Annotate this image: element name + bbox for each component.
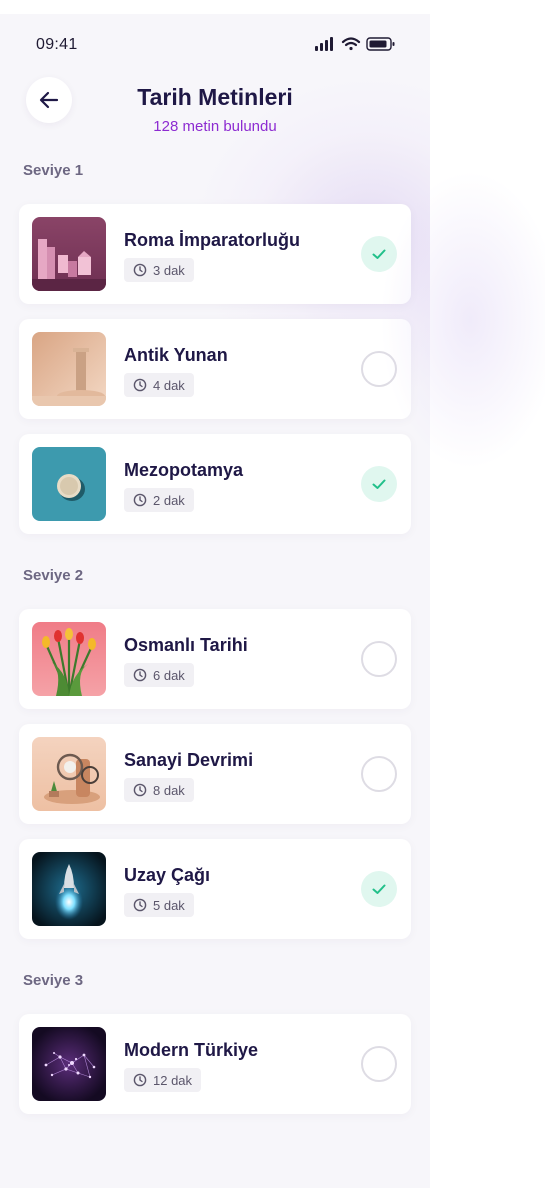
duration-badge: 4 dak: [124, 373, 194, 397]
background-glow: [380, 170, 545, 470]
item-title: Sanayi Devrimi: [124, 750, 254, 770]
item-title: Uzay Çağı: [124, 865, 211, 885]
duration-badge: 3 dak: [124, 258, 194, 282]
incomplete-status: [361, 641, 397, 677]
check-icon: [372, 249, 386, 259]
list-item[interactable]: Sanayi Devrimi 8 dak: [19, 724, 411, 824]
thumbnail-image: [32, 1027, 106, 1101]
clock-icon: [133, 493, 147, 507]
list-item[interactable]: Uzay Çağı 5 dak: [19, 839, 411, 939]
clock-icon: [133, 898, 147, 912]
duration-text: 3 dak: [153, 262, 185, 278]
status-bar: 09:41: [0, 14, 430, 74]
duration-badge: 8 dak: [124, 778, 194, 802]
list-item[interactable]: Mezopotamya 2 dak: [19, 434, 411, 534]
thumbnail-image: [32, 852, 106, 926]
clock-icon: [133, 263, 147, 277]
item-title: Modern Türkiye: [124, 1040, 259, 1060]
duration-text: 5 dak: [153, 897, 185, 913]
page-header: Tarih Metinleri 128 metin bulundu: [0, 74, 430, 154]
back-button[interactable]: [26, 77, 72, 123]
thumbnail-image: [32, 332, 106, 406]
completed-status: [361, 871, 397, 907]
thumbnail-image: [32, 447, 106, 521]
item-title: Roma İmparatorluğu: [124, 230, 301, 250]
duration-badge: 12 dak: [124, 1068, 202, 1092]
duration-badge: 6 dak: [124, 663, 194, 687]
item-title: Mezopotamya: [124, 460, 244, 480]
duration-text: 2 dak: [153, 492, 185, 508]
check-icon: [372, 884, 386, 894]
item-title: Osmanlı Tarihi: [124, 635, 248, 655]
level-heading: Seviye 2: [23, 567, 84, 584]
level-heading: Seviye 3: [23, 972, 84, 989]
clock-icon: [133, 668, 147, 682]
result-count: 128 metin bulundu: [153, 118, 277, 135]
duration-text: 6 dak: [153, 667, 185, 683]
duration-badge: 2 dak: [124, 488, 194, 512]
list-item[interactable]: Modern Türkiye 12 dak: [19, 1014, 411, 1114]
duration-badge: 5 dak: [124, 893, 194, 917]
completed-status: [361, 466, 397, 502]
list-item[interactable]: Roma İmparatorluğu 3 dak: [19, 204, 411, 304]
thumbnail-image: [32, 622, 106, 696]
wifi-icon: [341, 37, 361, 51]
duration-text: 8 dak: [153, 782, 185, 798]
signal-icon: [315, 37, 333, 51]
duration-text: 4 dak: [153, 377, 185, 393]
status-time: 09:41: [36, 36, 78, 53]
clock-icon: [133, 783, 147, 797]
page-title: Tarih Metinleri: [137, 84, 293, 110]
item-title: Antik Yunan: [124, 345, 228, 365]
incomplete-status: [361, 1046, 397, 1082]
arrow-left-icon: [39, 91, 59, 109]
clock-icon: [133, 1073, 147, 1087]
level-heading: Seviye 1: [23, 162, 84, 179]
incomplete-status: [361, 756, 397, 792]
duration-text: 12 dak: [153, 1072, 193, 1088]
thumbnail-image: [32, 217, 106, 291]
thumbnail-image: [32, 737, 106, 811]
clock-icon: [133, 378, 147, 392]
battery-icon: [366, 37, 395, 51]
status-icons: [314, 36, 396, 52]
list-item[interactable]: Osmanlı Tarihi 6 dak: [19, 609, 411, 709]
check-icon: [372, 479, 386, 489]
list-item[interactable]: Antik Yunan 4 dak: [19, 319, 411, 419]
phone-screen: 09:41 Tarih Metinleri 128 metin bulundu …: [0, 14, 430, 1188]
